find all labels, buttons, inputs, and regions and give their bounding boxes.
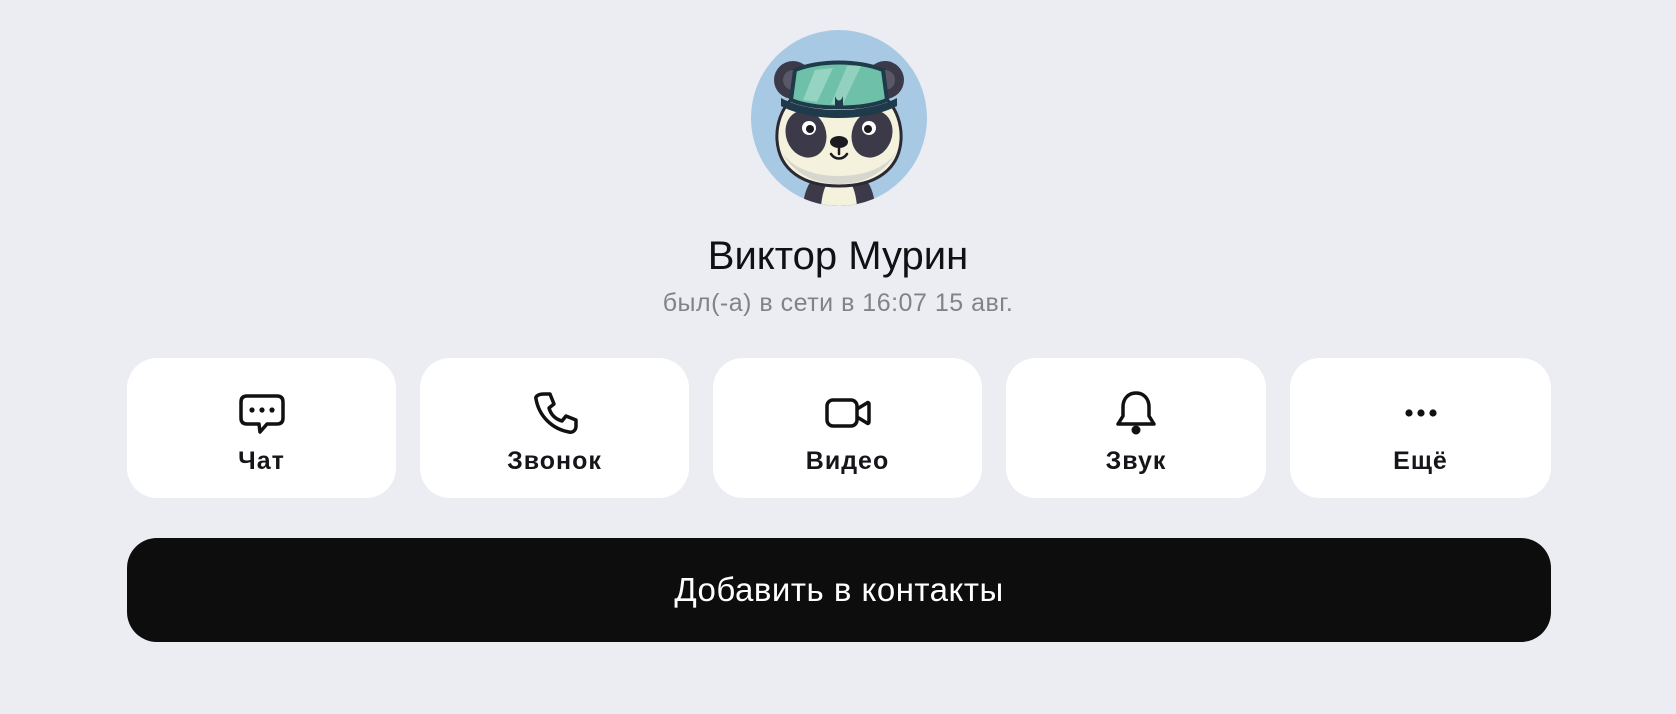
last-seen-status: был(-а) в сети в 16:07 15 авг.	[662, 289, 1014, 317]
more-button-label: Ещё	[1393, 447, 1448, 475]
chat-button-label: Чат	[238, 447, 285, 475]
action-bar: Чат Звонок Видео Звук Ещё	[0, 358, 1676, 498]
add-to-contacts-button[interactable]: Добавить в контакты	[127, 538, 1551, 642]
bell-icon	[1111, 388, 1161, 438]
video-camera-icon	[823, 388, 873, 438]
video-button-label: Видео	[805, 447, 890, 475]
more-button[interactable]: Ещё	[1290, 358, 1551, 498]
more-dots-icon	[1396, 388, 1446, 438]
contact-name: Виктор Мурин	[707, 234, 969, 278]
call-button[interactable]: Звонок	[420, 358, 689, 498]
sound-button[interactable]: Звук	[1006, 358, 1266, 498]
video-button[interactable]: Видео	[713, 358, 982, 498]
panda-avatar-icon	[774, 60, 904, 206]
phone-icon	[530, 388, 580, 438]
call-button-label: Звонок	[507, 447, 602, 475]
sound-button-label: Звук	[1105, 447, 1167, 475]
contact-profile: Виктор Мурин был(-а) в сети в 16:07 15 а…	[0, 0, 1676, 714]
chat-bubble-icon	[237, 388, 287, 438]
chat-button[interactable]: Чат	[127, 358, 396, 498]
avatar[interactable]	[751, 30, 927, 206]
